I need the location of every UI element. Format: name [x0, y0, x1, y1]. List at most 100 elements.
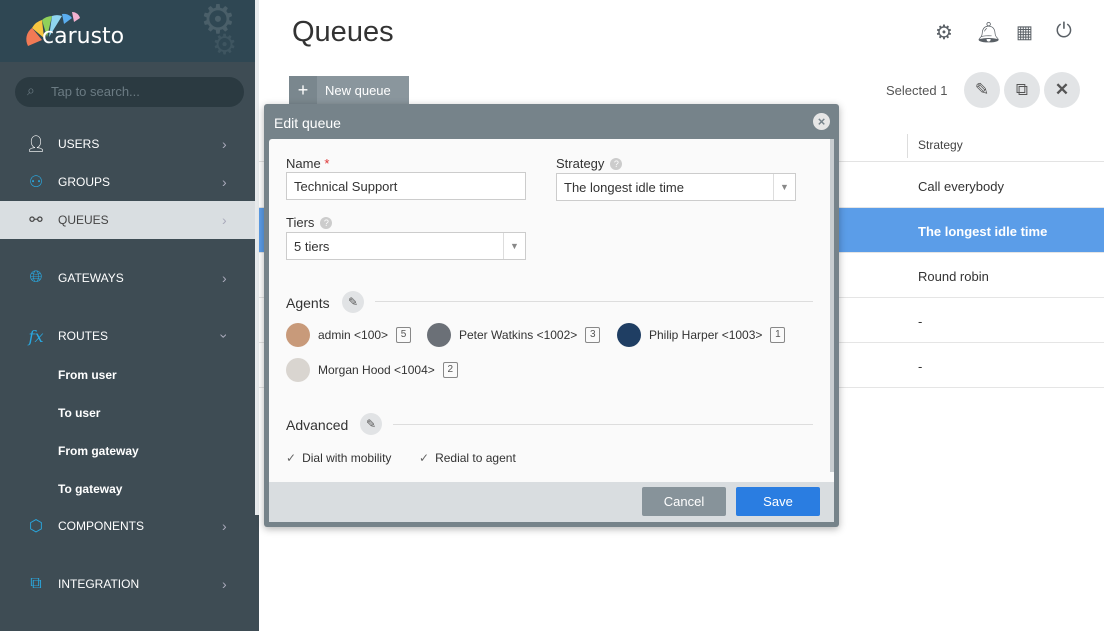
name-input[interactable]: Technical Support: [286, 172, 526, 200]
apps-grid-icon[interactable]: ▦: [1016, 22, 1033, 43]
delete-button[interactable]: ✕: [1044, 72, 1080, 108]
strategy-select[interactable]: The longest idle time ▼: [556, 173, 796, 201]
settings-icon[interactable]: ⚙: [935, 20, 953, 45]
tiers-value: 5 tiers: [294, 239, 330, 254]
strategy-label: Strategy?: [556, 156, 623, 171]
fx-icon: fx: [28, 326, 44, 346]
close-icon[interactable]: ×: [813, 113, 830, 130]
option-label: Dial with mobility: [302, 451, 392, 465]
chevron-right-icon: ›: [222, 174, 227, 190]
edit-queue-dialog: Edit queue × Name * Technical Support St…: [264, 104, 839, 527]
edit-agents-icon[interactable]: ✎: [342, 291, 364, 313]
sidebar-item-label: COMPONENTS: [58, 519, 145, 533]
chevron-right-icon: ›: [222, 518, 227, 534]
page-title: Queues: [292, 16, 394, 48]
cancel-button[interactable]: Cancel: [642, 487, 726, 516]
divider: [375, 301, 813, 302]
sidebar-subitem-from-gateway[interactable]: From gateway: [58, 444, 139, 458]
power-icon[interactable]: ⏻: [1056, 20, 1072, 43]
sidebar-item-gateways[interactable]: 🌐︎ GATEWAYS ›: [0, 259, 255, 297]
groups-icon: ⚇: [28, 174, 44, 191]
avatar: [286, 358, 310, 382]
advanced-heading: Advanced: [286, 417, 349, 433]
option-redial-to-agent[interactable]: ✓ Redial to agent: [419, 451, 516, 465]
sidebar-item-label: ROUTES: [58, 329, 109, 343]
required-mark: *: [324, 156, 330, 171]
strategy-cell: Call everybody: [918, 179, 1004, 194]
sidebar: carusto ⚙ ⚙ ⌕ Tap to search... 👤︎ USERS › …: [0, 0, 259, 631]
dialog-body: Name * Technical Support Strategy? The l…: [269, 139, 834, 482]
integration-icon: ⧉: [30, 575, 42, 592]
agent-chip: Morgan Hood <1004> 2: [286, 358, 458, 382]
chevron-down-icon: ›: [216, 333, 233, 339]
bell-icon[interactable]: 🔔︎: [976, 20, 1001, 45]
save-button[interactable]: Save: [736, 487, 820, 516]
dialog-title: Edit queue: [274, 115, 341, 131]
dropdown-arrow-icon: ▼: [503, 233, 525, 259]
dialog-footer: Cancel Save: [269, 482, 834, 522]
dropdown-arrow-icon: ▼: [773, 174, 795, 200]
agents-heading: Agents: [286, 295, 330, 311]
logo-area: carusto ⚙ ⚙: [0, 0, 259, 62]
queues-icon: ⚯: [29, 212, 43, 229]
sidebar-subitem-from-user[interactable]: From user: [58, 368, 117, 382]
option-label: Redial to agent: [435, 451, 516, 465]
avatar: [617, 323, 641, 347]
sidebar-item-routes[interactable]: fx ROUTES ›: [0, 317, 255, 355]
sidebar-item-label: GATEWAYS: [58, 271, 124, 285]
sidebar-subitem-to-gateway[interactable]: To gateway: [58, 482, 122, 496]
agent-name: Philip Harper <1003>: [649, 328, 763, 342]
edit-advanced-icon[interactable]: ✎: [360, 413, 382, 435]
agent-chip: Philip Harper <1003> 1: [617, 323, 786, 347]
check-icon: ✓: [286, 451, 297, 465]
sidebar-item-label: INTEGRATION: [58, 577, 140, 591]
sidebar-item-queues[interactable]: ⚯ QUEUES ›: [0, 201, 255, 239]
strategy-cell: -: [918, 359, 923, 374]
strategy-cell: The longest idle time: [918, 224, 1048, 239]
divider: [393, 424, 813, 425]
strategy-label-text: Strategy: [556, 156, 605, 171]
sidebar-item-label: USERS: [58, 137, 100, 151]
search-icon: ⌕: [27, 82, 35, 98]
check-icon: ✓: [419, 451, 430, 465]
chevron-right-icon: ›: [222, 576, 227, 592]
name-value: Technical Support: [294, 179, 398, 194]
avatar: [286, 323, 310, 347]
column-header-strategy[interactable]: Strategy: [918, 138, 963, 152]
sidebar-subitem-to-user[interactable]: To user: [58, 406, 100, 420]
agent-name: Peter Watkins <1002>: [459, 328, 578, 342]
option-dial-with-mobility[interactable]: ✓ Dial with mobility: [286, 451, 391, 465]
tiers-label: Tiers?: [286, 215, 333, 230]
sidebar-item-groups[interactable]: ⚇ GROUPS ›: [0, 163, 255, 201]
tiers-label-text: Tiers: [286, 215, 315, 230]
agent-tier: 3: [585, 327, 601, 343]
copy-button[interactable]: ⧉: [1004, 72, 1040, 108]
logo-text: carusto: [42, 24, 125, 49]
agent-chip: Peter Watkins <1002> 3: [427, 323, 601, 347]
help-icon[interactable]: ?: [320, 217, 333, 229]
agent-tier: 1: [770, 327, 786, 343]
avatar: [427, 323, 451, 347]
agent-tier: 5: [396, 327, 412, 343]
strategy-value: The longest idle time: [564, 180, 684, 195]
sidebar-item-components[interactable]: ⬡ COMPONENTS ›: [0, 507, 255, 545]
cube-icon: ⬡: [29, 518, 43, 535]
globe-icon: 🌐︎: [29, 269, 43, 286]
sidebar-item-integration[interactable]: ⧉ INTEGRATION ›: [0, 565, 255, 603]
selected-count: Selected 1: [886, 83, 948, 98]
user-icon: 👤︎: [26, 136, 47, 153]
sidebar-item-users[interactable]: 👤︎ USERS ›: [0, 125, 255, 163]
search-input[interactable]: ⌕ Tap to search...: [15, 77, 244, 107]
agent-name: admin <100>: [318, 328, 389, 342]
edit-button[interactable]: ✎: [964, 72, 1000, 108]
dialog-scrollbar[interactable]: [830, 139, 834, 472]
chevron-right-icon: ›: [222, 270, 227, 286]
agent-tier: 2: [442, 362, 458, 378]
strategy-cell: Round robin: [918, 269, 989, 284]
gear-decoration-icon: ⚙: [212, 29, 238, 60]
sidebar-item-label: QUEUES: [58, 213, 109, 227]
tiers-select[interactable]: 5 tiers ▼: [286, 232, 526, 260]
agent-name: Morgan Hood <1004>: [318, 363, 435, 377]
new-queue-button[interactable]: + New queue: [289, 76, 409, 104]
help-icon[interactable]: ?: [610, 158, 623, 170]
